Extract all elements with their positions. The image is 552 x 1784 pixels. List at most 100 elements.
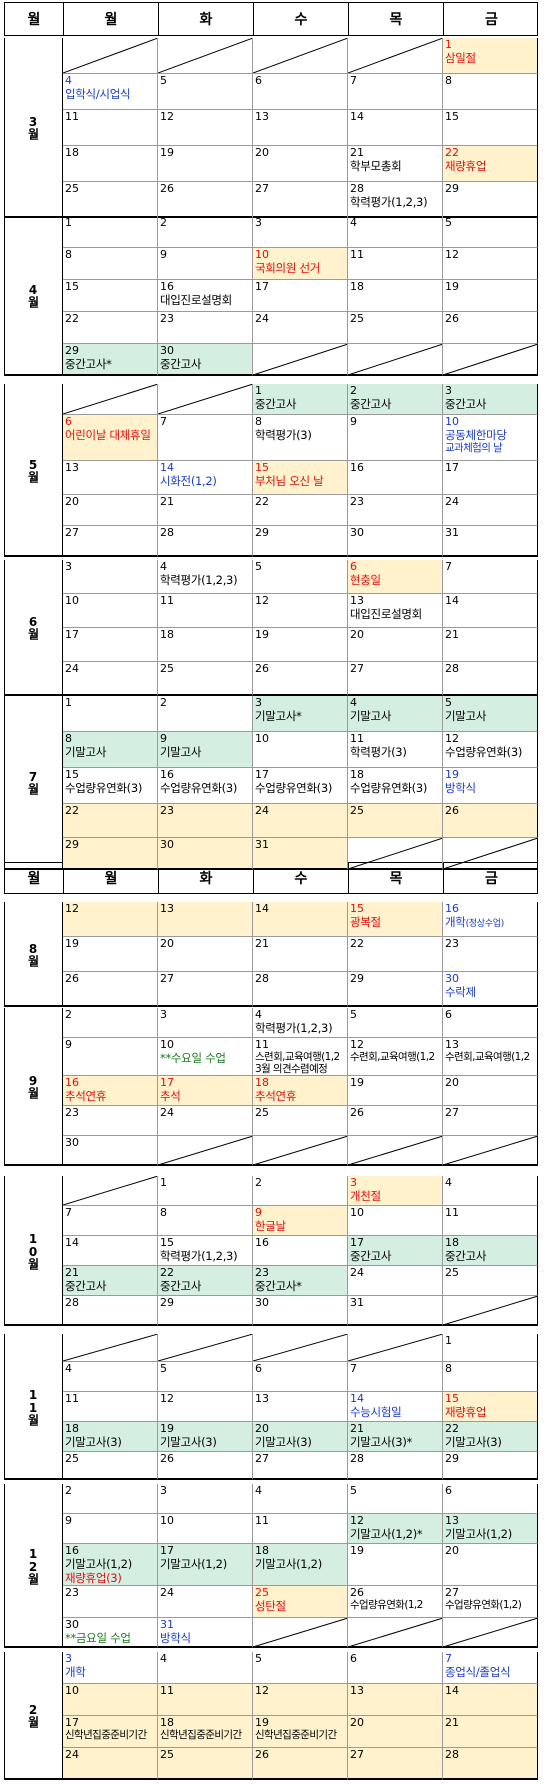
day-cell: 16 대입진로설명회 xyxy=(158,280,253,312)
event-label: 중간고사 xyxy=(160,1279,202,1293)
day-number: 24 xyxy=(255,804,269,817)
header-month: 월 xyxy=(5,3,64,35)
day-number: 20 xyxy=(65,495,79,508)
day-cell: 18 기말고사(1,2) xyxy=(253,1544,348,1586)
event-label: 신학년집중준비기간 xyxy=(255,1729,337,1741)
day-number: 27 xyxy=(160,972,174,985)
event-label: 기말고사 xyxy=(350,709,392,723)
day-number: 8 xyxy=(255,415,262,428)
day-number: 18 xyxy=(160,1716,174,1729)
event-label: 수업량유연화(1,2 xyxy=(350,1599,423,1611)
day-cell: 15 수업량유연화(3) xyxy=(63,768,158,804)
event-label: 기말고사 xyxy=(65,745,107,759)
diagonal-line xyxy=(63,384,157,414)
event-label: 재량휴업 xyxy=(445,1405,487,1419)
empty-cell xyxy=(443,344,538,376)
diagonal-line xyxy=(349,838,442,868)
day-cell: 13 xyxy=(253,1392,348,1422)
day-cell: 17 xyxy=(63,628,158,662)
day-number: 19 xyxy=(255,628,269,641)
day-cell: 28 xyxy=(348,1452,443,1480)
day-cell: 2 중간고사 xyxy=(348,384,443,415)
day-cell: 4 학력평가(1,2,3) xyxy=(158,560,253,594)
day-number: 13 xyxy=(445,1038,459,1051)
day-cell: 27 xyxy=(158,972,253,1007)
day-number: 30 xyxy=(160,344,174,357)
event-label: 성탄절 xyxy=(255,1599,286,1613)
event-label: 수업량유연화(3) xyxy=(445,745,523,759)
day-number: 11 xyxy=(160,594,174,607)
day-cell: 4 xyxy=(348,216,443,248)
day-cell: 15 xyxy=(443,110,538,146)
empty-cell xyxy=(63,1334,158,1362)
day-cell: 9 xyxy=(63,1514,158,1544)
day-cell: 29 xyxy=(443,182,538,218)
day-number: 14 xyxy=(350,1392,364,1405)
day-cell: 3 xyxy=(253,216,348,248)
day-cell: 7 xyxy=(63,1206,158,1236)
day-cell: 1 삼일절 xyxy=(443,38,538,74)
day-cell: 14 xyxy=(253,902,348,937)
day-number: 22 xyxy=(445,146,459,159)
day-number: 4 xyxy=(350,696,357,709)
day-number: 10 xyxy=(65,1684,79,1697)
day-cell: 10 xyxy=(63,1684,158,1716)
event-label: 기말고사(1,2) xyxy=(65,1557,132,1571)
day-number: 11 xyxy=(350,248,364,261)
diagonal-line xyxy=(348,38,442,73)
day-number: 8 xyxy=(445,74,452,87)
day-number: 17 xyxy=(160,1544,174,1557)
event-label: 중간고사 xyxy=(350,1249,392,1263)
day-number: 7 xyxy=(445,560,452,573)
school-calendar: 월 월 화 수 목 금 월 월 화 수 목 금 3월 1 삼일절 4 입학식/시업식 5 6 7 8 11 12 13 14 15… xyxy=(0,0,552,1784)
day-cell: 23 xyxy=(348,495,443,526)
month-label: 10월 xyxy=(4,1176,63,1326)
day-number: 19 xyxy=(160,146,174,159)
header-day: 목 xyxy=(349,3,444,35)
day-cell: 22 xyxy=(63,312,158,344)
day-number: 17 xyxy=(160,1076,174,1089)
day-number: 4 xyxy=(445,1176,452,1189)
event-label: 개학(정상수업) xyxy=(445,915,504,929)
day-cell: 6 현충일 xyxy=(348,560,443,594)
day-number: 3 xyxy=(255,696,262,709)
day-cell: 26 xyxy=(253,662,348,696)
day-cell: 28 xyxy=(443,1748,538,1780)
day-cell: 12 xyxy=(63,902,158,937)
day-cell: 18 기말고사(3) xyxy=(63,1422,158,1452)
event-label: 재량휴업 xyxy=(445,159,487,173)
day-number: 29 xyxy=(255,526,269,539)
empty-cell xyxy=(348,1136,443,1166)
day-number: 9 xyxy=(65,1038,72,1051)
day-number: 28 xyxy=(445,1748,459,1761)
day-cell: 8 xyxy=(63,248,158,280)
day-cell: 17 xyxy=(443,461,538,495)
day-number: 21 xyxy=(445,628,459,641)
day-cell: 6 xyxy=(253,74,348,110)
diagonal-line xyxy=(158,38,252,73)
day-number: 2 xyxy=(65,1008,72,1021)
day-number: 28 xyxy=(350,182,364,195)
day-number: 15 xyxy=(65,768,79,781)
day-number: 15 xyxy=(160,1236,174,1249)
empty-cell xyxy=(63,38,158,74)
day-cell: 6 어린이날 대체휴일 xyxy=(63,415,158,461)
day-number: 5 xyxy=(160,74,167,87)
day-number: 3 xyxy=(255,216,262,229)
day-number: 3 xyxy=(65,560,72,573)
day-cell: 16 xyxy=(253,1236,348,1266)
day-number: 6 xyxy=(445,1008,452,1021)
diagonal-line xyxy=(444,344,537,374)
day-cell: 20 xyxy=(348,628,443,662)
day-number: 25 xyxy=(255,1106,269,1119)
event-label: 신학년집중준비기간 xyxy=(160,1729,242,1741)
event-label: 기말고사(3) xyxy=(445,1435,502,1449)
day-cell: 17 추석 xyxy=(158,1076,253,1106)
day-number: 8 xyxy=(445,1362,452,1375)
empty-cell xyxy=(443,1296,538,1326)
day-number: 9 xyxy=(160,732,167,745)
day-cell: 29 xyxy=(63,838,158,870)
day-number: 25 xyxy=(160,662,174,675)
day-cell: 22 xyxy=(253,495,348,526)
event-label: 종업식/졸업식 xyxy=(445,1665,511,1679)
